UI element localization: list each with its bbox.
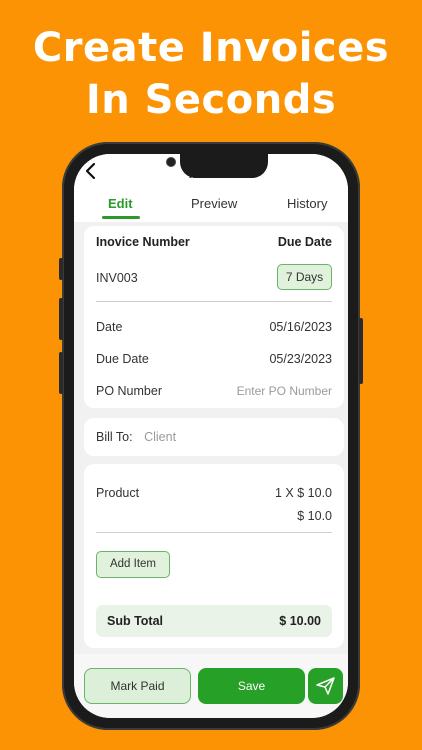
due-date-label: Due Date (96, 352, 149, 366)
camera-dot (166, 157, 176, 167)
send-button[interactable] (308, 668, 343, 704)
line-item[interactable]: Product 1 X $ 10.0 (96, 486, 332, 500)
items-card: Product 1 X $ 10.0 $ 10.0 Add Item Sub T… (84, 464, 344, 648)
tab-edit[interactable]: Edit (108, 196, 133, 211)
invoice-number-label: Inovice Number (96, 235, 190, 249)
mark-paid-button[interactable]: Mark Paid (84, 668, 191, 704)
save-button[interactable]: Save (198, 668, 305, 704)
promo-headline: Create Invoices In Seconds (0, 22, 422, 126)
line-item-qty-price: 1 X $ 10.0 (275, 486, 332, 500)
due-date-header-label: Due Date (277, 235, 332, 249)
invoice-number-header: Inovice Number Due Date (96, 235, 332, 249)
line-item-name: Product (96, 486, 140, 500)
invoice-details-card: Inovice Number Due Date INV003 7 Days Da… (84, 226, 344, 408)
divider (96, 532, 332, 533)
due-date-value[interactable]: 05/23/2023 (269, 352, 332, 366)
tab-preview[interactable]: Preview (191, 196, 237, 211)
add-item-button[interactable]: Add Item (96, 551, 170, 578)
send-icon (316, 677, 335, 698)
headline-line-2: In Seconds (85, 77, 337, 123)
headline-line-1: Create Invoices (32, 25, 390, 71)
po-number-input[interactable]: Enter PO Number (237, 384, 332, 398)
bottom-action-bar: Mark Paid Save (74, 654, 348, 718)
payment-terms-chip[interactable]: 7 Days (277, 264, 332, 290)
phone-side-button (59, 352, 63, 394)
bill-to-label: Bill To: (96, 430, 133, 444)
date-value[interactable]: 05/16/2023 (269, 320, 332, 334)
po-number-label: PO Number (96, 384, 162, 398)
date-row[interactable]: Date 05/16/2023 (96, 320, 332, 334)
phone-notch (180, 154, 268, 178)
date-label: Date (96, 320, 123, 334)
divider (96, 301, 332, 302)
active-tab-indicator (102, 216, 140, 219)
invoice-number-value[interactable]: INV003 (96, 271, 138, 285)
app-screen: Invoice Edit Preview History Inovice Num… (74, 154, 348, 718)
phone-side-button (359, 318, 363, 384)
bill-to-client[interactable]: Client (144, 430, 176, 444)
subtotal-value: $ 10.00 (279, 614, 321, 628)
line-item-amount: $ 10.0 (297, 509, 332, 523)
bill-to-card[interactable]: Bill To: Client (84, 418, 344, 456)
phone-side-button (59, 298, 63, 340)
phone-side-button (59, 258, 63, 280)
due-date-row[interactable]: Due Date 05/23/2023 (96, 352, 332, 366)
po-number-row[interactable]: PO Number Enter PO Number (96, 384, 332, 398)
tab-history[interactable]: History (287, 196, 327, 211)
bill-to-row: Bill To: Client (96, 430, 332, 444)
subtotal-bar: Sub Total $ 10.00 (96, 605, 332, 637)
subtotal-label: Sub Total (107, 614, 164, 628)
